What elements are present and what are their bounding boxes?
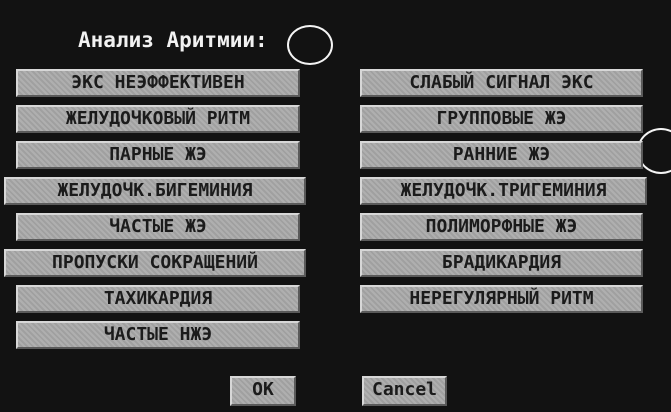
option-frequent-pac-button[interactable]: ЧАСТЫЕ НЖЭ [16,321,300,349]
option-bradycardia-button[interactable]: БРАДИКАРДИЯ [360,249,643,277]
option-run-pvc-button[interactable]: ГРУППОВЫЕ ЖЭ [360,105,643,133]
option-multiform-pvc-button[interactable]: ПОЛИМОРФНЫЕ ЖЭ [360,213,643,241]
option-pacer-ineffective-button[interactable]: ЭКС НЕЭФФЕКТИВЕН [16,69,300,97]
option-irregular-rhythm-button[interactable]: НЕРЕГУЛЯРНЫЙ РИТМ [360,285,643,313]
ok-button[interactable]: OK [230,376,296,406]
option-weak-pacer-signal-button[interactable]: СЛАБЫЙ СИГНАЛ ЭКС [360,69,643,97]
option-ventricular-rhythm-button[interactable]: ЖЕЛУДОЧКОВЫЙ РИТМ [16,105,300,133]
option-ventricular-trigeminy-button[interactable]: ЖЕЛУДОЧК.ТРИГЕМИНИЯ [360,177,647,205]
option-frequent-pvc-button[interactable]: ЧАСТЫЕ ЖЭ [16,213,300,241]
option-early-pvc-button[interactable]: РАННИЕ ЖЭ [360,141,643,169]
cancel-button[interactable]: Cancel [362,376,447,406]
dialog-title: Анализ Аритмии: [78,28,268,52]
highlight-circle-marker [287,25,333,65]
option-missed-beats-button[interactable]: ПРОПУСКИ СОКРАЩЕНИЙ [4,249,306,277]
option-tachycardia-button[interactable]: ТАХИКАРДИЯ [16,285,300,313]
arrhythmia-analysis-screen: Анализ Аритмии: ЭКС НЕЭФФЕКТИВЕН ЖЕЛУДОЧ… [0,0,671,412]
option-couplet-pvc-button[interactable]: ПАРНЫЕ ЖЭ [16,141,300,169]
option-ventricular-bigeminy-button[interactable]: ЖЕЛУДОЧК.БИГЕМИНИЯ [4,177,306,205]
